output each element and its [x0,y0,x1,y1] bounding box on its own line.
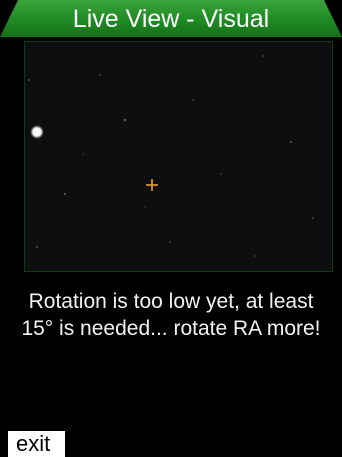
faint-star [289,140,293,144]
faint-star [220,173,222,175]
star-field [25,42,332,271]
faint-star [63,192,67,196]
faint-star [312,217,314,219]
title-bar: Live View - Visual [0,0,342,37]
faint-star [192,99,194,101]
faint-star [28,79,30,81]
faint-star [123,118,127,122]
exit-button[interactable]: exit [8,431,65,457]
live-view-panel [24,41,333,272]
faint-star [169,241,171,243]
faint-star [254,255,256,257]
faint-star [99,74,101,76]
status-message: Rotation is too low yet, at least 15° is… [21,290,321,340]
page-title: Live View - Visual [72,5,270,33]
faint-star [144,206,146,208]
faint-star [35,245,39,249]
bright-star [30,125,44,139]
faint-star [262,55,264,57]
faint-star [82,153,84,155]
